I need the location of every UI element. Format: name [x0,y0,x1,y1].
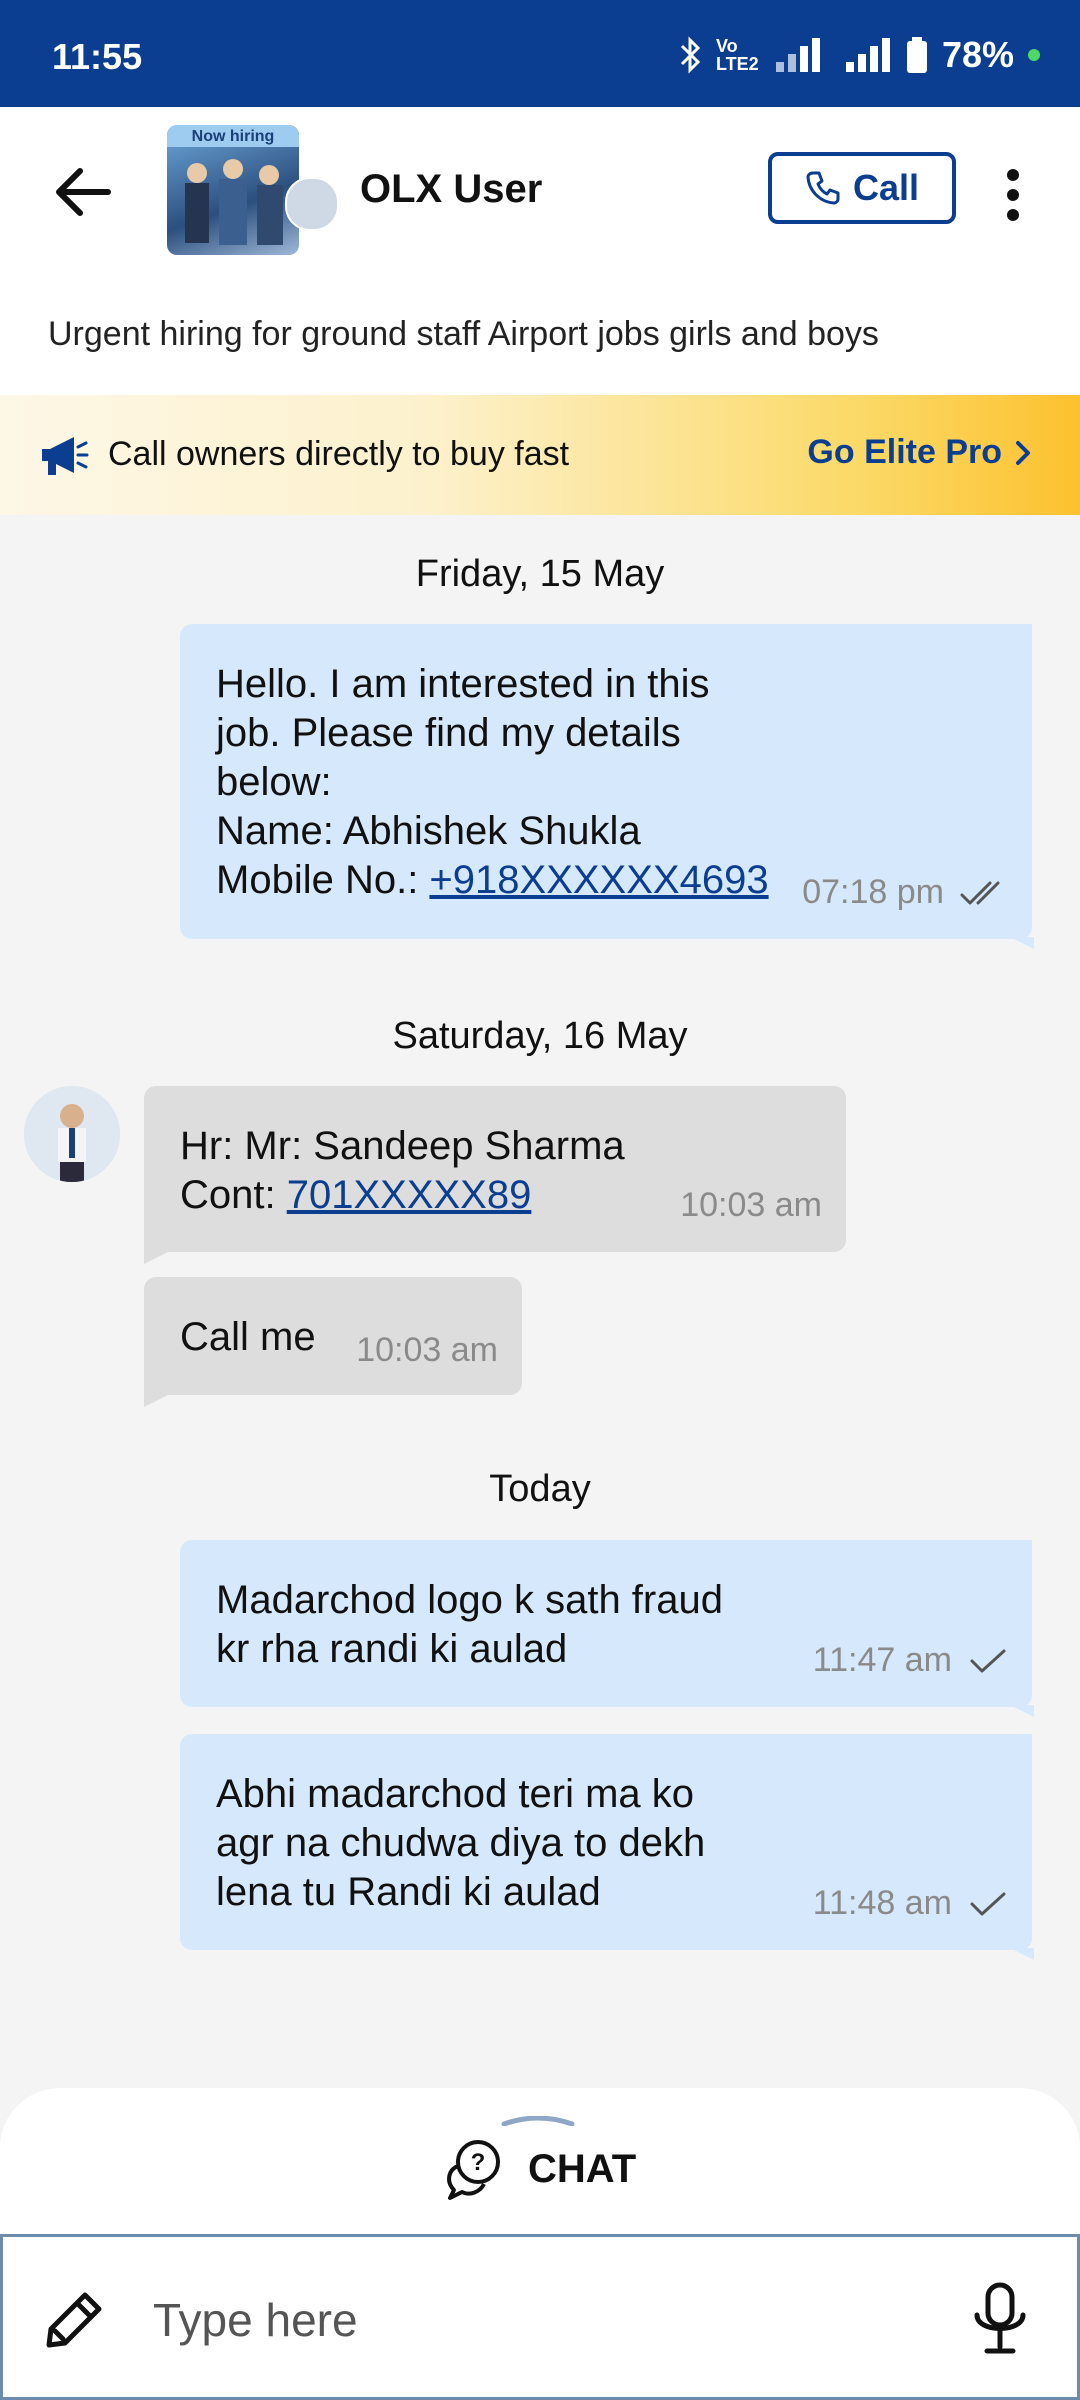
ad-title-row[interactable]: Urgent hiring for ground staff Airport j… [0,275,1080,395]
message-bubble-incoming[interactable]: Call me 10:03 am [144,1277,522,1407]
chat-header: Now hiring OLX User Call [0,107,1080,275]
megaphone-icon [42,437,89,475]
contact-name[interactable]: OLX User [360,167,542,212]
message-input-bar [0,2234,1080,2400]
network-label: Vo LTE2 [715,36,759,74]
message-time: 11:48 am [812,1884,952,1922]
call-button-label: Call [852,167,920,208]
ad-avatar[interactable]: Now hiring [167,125,299,255]
promo-banner[interactable]: Call owners directly to buy fast Go Elit… [0,395,1080,515]
message-text: Call me [180,1315,316,1359]
message-bubble-incoming[interactable]: Hr: Mr: Sandeep Sharma Cont: 701XXXXX89 … [144,1086,846,1264]
status-time: 11:55 [52,36,143,77]
message-meta: 11:48 am [813,1879,1008,1928]
message-text: Madarchod logo k sath fraud kr rha randi… [216,1578,723,1671]
chat-question-icon: ? [447,2140,500,2200]
message-meta: 10:03 am [356,1326,498,1375]
battery-icon [906,37,927,73]
bluetooth-icon [680,36,701,74]
call-button[interactable]: Call [768,152,956,224]
mic-icon[interactable] [967,2281,1033,2357]
phone-link[interactable]: 701XXXXX89 [287,1173,532,1217]
phone-icon [806,171,840,205]
message-meta: 07:18 pm [802,868,1008,917]
message-time: 10:03 am [356,1331,498,1369]
chevron-right-icon [1016,440,1030,465]
promo-text: Call owners directly to buy fast [108,435,570,473]
date-separator: Today [489,1468,591,1510]
expand-handle-icon[interactable] [500,2116,576,2126]
ad-image-text: Now hiring [192,128,275,145]
more-vertical-icon[interactable] [998,165,1028,225]
message-meta: 10:03 am [680,1181,822,1230]
signal-icon [775,38,820,72]
go-elite-pro-link[interactable]: Go Elite Pro [807,433,1032,472]
status-bar: 11:55 Vo LTE2 78% [0,0,1080,107]
svg-text:?: ? [471,2149,486,2176]
back-arrow-icon[interactable] [48,157,118,227]
check-icon [970,1649,1006,1672]
message-bubble-outgoing[interactable]: Hello. I am interested in this job. Plea… [180,624,1034,949]
date-separator: Friday, 15 May [415,553,665,595]
battery-percent: 78% [941,34,1014,75]
message-bubble-outgoing[interactable]: Abhi madarchod teri ma ko agr na chudwa … [180,1734,1034,1960]
message-bubble-outgoing[interactable]: Madarchod logo k sath fraud kr rha randi… [180,1540,1034,1717]
chat-tab-label: CHAT [528,2146,637,2191]
user-avatar-badge [285,177,339,231]
sender-avatar-image [24,1086,120,1182]
check-icon [970,1892,1006,1915]
message-meta: 11:47 am [813,1636,1008,1685]
message-text: Abhi madarchod teri ma ko agr na chudwa … [216,1772,706,1914]
ad-image: Now hiring [167,125,299,245]
chat-tab-panel[interactable]: ? CHAT [0,2088,1080,2236]
privacy-dot-icon [1028,49,1040,61]
phone-link[interactable]: +918XXXXXX4693 [429,858,768,902]
status-icons: Vo LTE2 78% [678,34,1040,76]
message-time: 07:18 pm [802,873,944,911]
message-time: 11:47 am [812,1641,952,1679]
date-separator: Saturday, 16 May [392,1015,688,1057]
sender-avatar[interactable] [24,1086,120,1182]
chat-tab[interactable]: ? CHAT [440,2136,636,2202]
ad-title: Urgent hiring for ground staff Airport j… [48,315,879,353]
promo-cta-label: Go Elite Pro [807,433,1002,471]
attach-icon[interactable] [41,2287,107,2353]
signal-icon [845,38,890,72]
double-check-icon [960,881,1000,904]
message-input[interactable] [151,2279,935,2361]
message-time: 10:03 am [680,1186,822,1224]
